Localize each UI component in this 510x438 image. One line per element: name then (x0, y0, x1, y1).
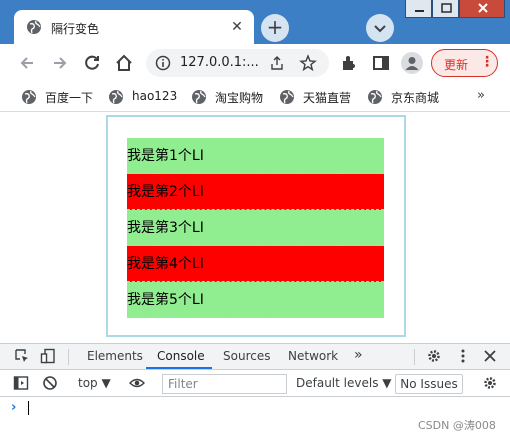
info-icon[interactable] (155, 55, 171, 71)
tab-console[interactable]: Console (157, 349, 205, 363)
clear-console-icon[interactable] (42, 375, 58, 391)
devtools-panel: Elements Console Sources Network » top ▼ (0, 343, 510, 438)
globe-icon (109, 90, 123, 104)
watermark: CSDN @涛008 (418, 419, 496, 432)
title-bar: 隔行变色 ✕ + (0, 0, 510, 44)
list-item: 我是第5个LI (127, 282, 384, 318)
side-panel-icon[interactable] (371, 53, 391, 73)
more-bookmarks-icon[interactable]: » (477, 88, 485, 103)
tab-elements[interactable]: Elements (87, 349, 143, 363)
back-icon[interactable] (17, 53, 37, 73)
divider (414, 349, 415, 365)
minimize-icon (415, 10, 424, 12)
sidebar-toggle-icon[interactable] (13, 375, 29, 391)
more-tabs-icon[interactable]: » (354, 347, 363, 363)
console-toolbar: top ▼ Default levels ▼ No Issues (0, 371, 510, 397)
share-icon[interactable] (269, 55, 285, 71)
issues-button[interactable]: No Issues (395, 374, 463, 394)
bookmark-label: 淘宝购物 (215, 91, 264, 105)
address-bar[interactable]: 127.0.0.1:... (146, 49, 329, 77)
minimize-button[interactable] (405, 0, 432, 18)
kebab-menu-icon[interactable] (455, 348, 471, 364)
bookmark-label: 百度一下 (45, 91, 94, 105)
tab-search-button[interactable] (366, 14, 394, 42)
divider (68, 349, 69, 365)
close-tab-icon[interactable]: ✕ (228, 18, 246, 36)
tab-network[interactable]: Network (288, 349, 338, 363)
list-item: 我是第2个LI (127, 174, 384, 210)
person-icon (405, 57, 419, 70)
inspect-element-icon[interactable] (14, 348, 30, 364)
forward-icon[interactable] (50, 53, 70, 73)
device-toolbar-icon[interactable] (40, 348, 56, 364)
page-viewport: 我是第1个LI 我是第2个LI 我是第3个LI 我是第4个LI 我是第5个LI (0, 113, 510, 343)
console-prompt[interactable]: › (0, 398, 510, 418)
prompt-chevron-icon: › (11, 400, 17, 415)
gear-icon[interactable] (426, 348, 442, 364)
close-devtools-icon[interactable] (482, 348, 498, 364)
maximize-icon (441, 3, 452, 13)
devtools-tab-bar: Elements Console Sources Network » (0, 344, 510, 370)
context-select[interactable]: top ▼ (78, 376, 111, 390)
update-label: 更新 (444, 58, 469, 72)
new-tab-button[interactable]: + (261, 14, 289, 42)
list-item: 我是第1个LI (127, 138, 384, 174)
reload-icon[interactable] (82, 53, 102, 73)
console-filter-input[interactable] (162, 374, 287, 394)
active-tab-indicator (146, 367, 212, 369)
globe-icon (192, 90, 206, 104)
tab-title: 隔行变色 (51, 22, 100, 36)
striped-list: 我是第1个LI 我是第2个LI 我是第3个LI 我是第4个LI 我是第5个LI (127, 138, 384, 318)
globe-icon (22, 90, 36, 104)
text-caret (28, 401, 29, 415)
globe-icon (368, 90, 382, 104)
bookmarks-bar: 百度一下 hao123 淘宝购物 天猫直营 京东商城 » (0, 82, 510, 112)
bookmark-label: 京东商城 (391, 91, 440, 105)
bookmark-star-icon[interactable] (299, 54, 317, 72)
tab-sources[interactable]: Sources (223, 349, 270, 363)
update-button[interactable]: 更新 ⋮ (431, 49, 498, 77)
profile-avatar[interactable] (401, 52, 423, 74)
eye-icon[interactable] (129, 375, 145, 391)
home-icon[interactable] (114, 53, 134, 73)
close-icon (478, 3, 488, 13)
menu-dots-icon[interactable]: ⋮ (480, 54, 494, 70)
close-window-button[interactable] (459, 0, 505, 18)
globe-icon (27, 20, 41, 34)
browser-tab-active[interactable]: 隔行变色 ✕ (14, 10, 254, 44)
extensions-icon[interactable] (339, 53, 359, 73)
list-item: 我是第3个LI (127, 210, 384, 246)
log-levels-select[interactable]: Default levels ▼ (296, 376, 392, 390)
url-text[interactable]: 127.0.0.1:... (180, 55, 259, 70)
list-container: 我是第1个LI 我是第2个LI 我是第3个LI 我是第4个LI 我是第5个LI (106, 115, 406, 337)
console-settings-gear-icon[interactable] (482, 375, 498, 391)
maximize-button[interactable] (432, 0, 459, 18)
list-item: 我是第4个LI (127, 246, 384, 282)
bookmark-label: hao123 (132, 89, 178, 103)
bookmark-label: 天猫直营 (303, 91, 352, 105)
browser-toolbar: 127.0.0.1:... 更新 ⋮ (0, 44, 510, 82)
chevron-down-icon (374, 25, 386, 33)
globe-icon (280, 90, 294, 104)
